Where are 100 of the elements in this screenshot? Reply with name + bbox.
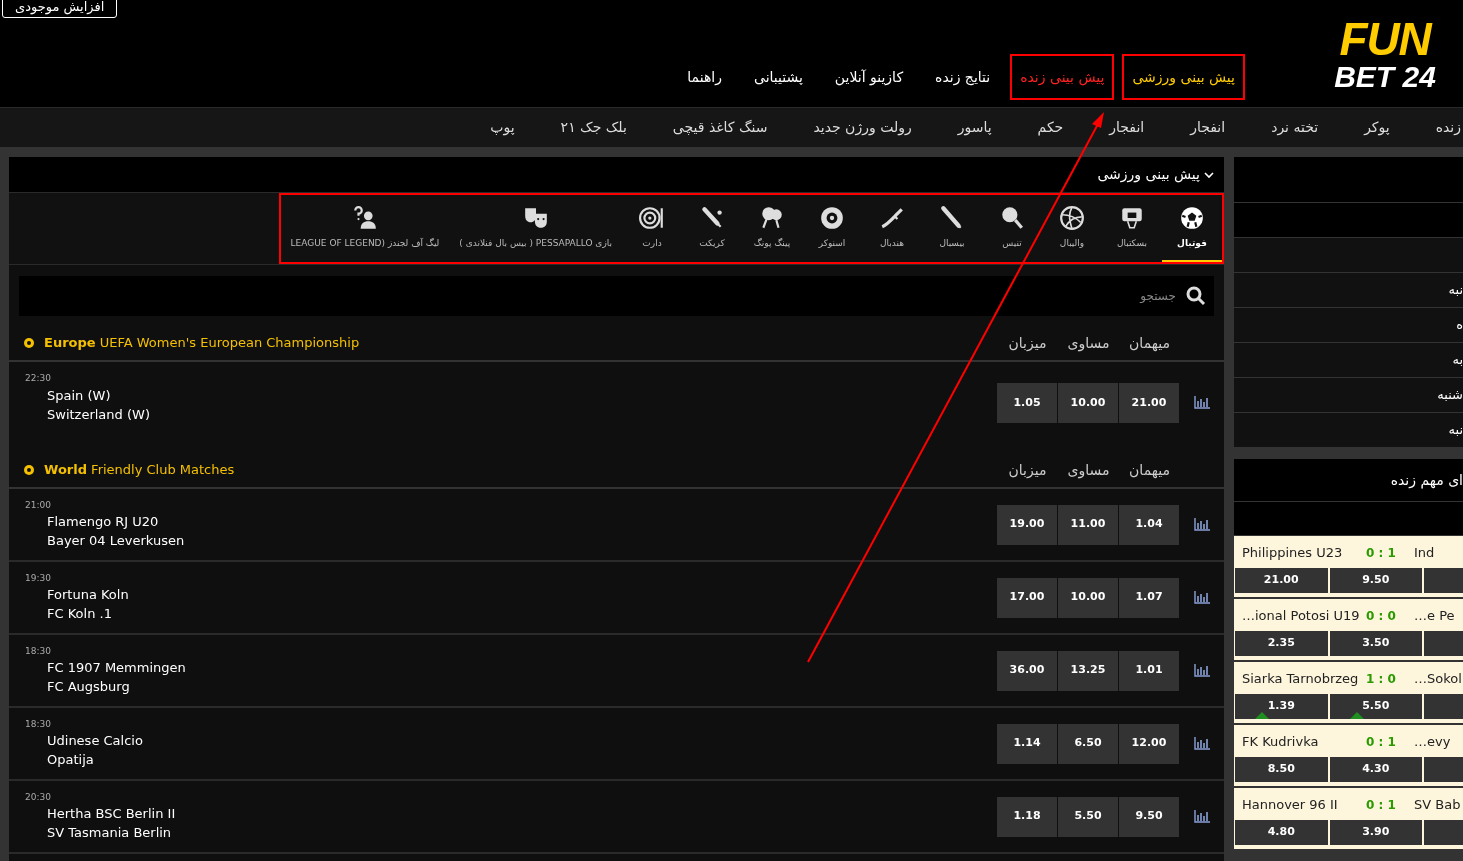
column-header: میهمان [1128, 460, 1171, 481]
odds-button[interactable]: 10.00 [1058, 577, 1118, 618]
game-link[interactable]: انفجار [1190, 117, 1226, 138]
odds-button[interactable]: 11.00 [1058, 504, 1118, 545]
game-link[interactable]: سنگ کاغذ قیچی [672, 117, 768, 138]
paddles-icon [759, 204, 785, 231]
odds-button[interactable]: 12.00 [1119, 723, 1179, 764]
odds-button[interactable]: 1.39 [1235, 694, 1328, 719]
odds-button[interactable]: 4.30 [1329, 757, 1423, 782]
chevron-down-icon[interactable] [1204, 170, 1214, 179]
sport-tab[interactable]: پینگ پونگ [742, 195, 802, 262]
team-name: Siarka Tarnobrzeg [1242, 670, 1360, 689]
team-name: SV Tasmania Berlin [47, 824, 173, 843]
day-label[interactable]: نبه [1448, 420, 1463, 440]
odds-button[interactable]: 10.00 [1058, 383, 1118, 423]
odds-button[interactable]: 19.00 [997, 504, 1057, 545]
team-name: FC 1907 Memmingen [47, 659, 187, 678]
team-name: Hannover 96 II [1242, 796, 1339, 815]
game-link[interactable]: تخته نرد [1271, 117, 1319, 138]
sport-tab[interactable]: لیگ آف لجندز (LEAGUE OF LEGEND [280, 195, 450, 262]
team-name: …evy [1414, 733, 1451, 752]
sport-tab[interactable]: بسکتبال [1102, 195, 1162, 262]
team-name: …ional Potosi U19 [1242, 607, 1361, 626]
odds-button[interactable]: 4.80 [1235, 820, 1328, 845]
bar-chart-icon[interactable] [1193, 810, 1210, 823]
sport-tab[interactable]: اسنوکر [802, 195, 862, 262]
sport-tab[interactable]: بیسبال [922, 195, 982, 262]
odds-button[interactable]: 5.50 [1058, 796, 1118, 837]
match-time: 18:30 [25, 644, 52, 658]
game-link[interactable]: زنده [1435, 117, 1461, 138]
bar-chart-icon[interactable] [1193, 396, 1210, 409]
team-name: Fortuna Koln [47, 586, 130, 605]
game-link[interactable]: بلک جک ۲۱ [560, 117, 627, 138]
team-name: SV Bab [1414, 796, 1461, 815]
day-label[interactable]: به [1452, 350, 1463, 370]
odds-button[interactable]: 21.00 [1119, 383, 1179, 423]
odds-button[interactable]: 1.05 [997, 383, 1057, 423]
sport-tab[interactable]: کریکت [682, 195, 742, 262]
panel-title: ای مهم زنده [1390, 470, 1463, 491]
odds-button[interactable]: 8.50 [1235, 757, 1328, 782]
odds-button[interactable]: 1.14 [997, 723, 1057, 764]
odds-button[interactable]: 1.07 [1119, 577, 1179, 618]
odds-button[interactable]: 9.50 [1329, 568, 1423, 593]
team-name: FC Koln .1 [47, 605, 113, 624]
odds-button[interactable]: 17.00 [997, 577, 1057, 618]
deposit-button[interactable]: افزایش موجودی [2, 0, 118, 18]
odds-button[interactable]: 36.00 [997, 650, 1057, 691]
odds-button[interactable]: 9.50 [1119, 796, 1179, 837]
sport-tab[interactable]: فوتبال [1162, 195, 1222, 262]
odds-button[interactable]: 2.35 [1235, 631, 1328, 656]
odds-button[interactable]: 3.90 [1329, 820, 1423, 845]
sport-tab[interactable]: والیبال [1042, 195, 1102, 262]
search-field[interactable]: جستجو [19, 276, 1214, 316]
bar-chart-icon[interactable] [1193, 518, 1210, 531]
match-time: 22:30 [25, 372, 52, 385]
sport-tab[interactable]: هندبال [862, 195, 922, 262]
sport-tab[interactable]: بازی PESSAPALLO ( بیس بال فنلاندی ) [449, 195, 622, 262]
odds-button[interactable]: 5.50 [1329, 694, 1423, 719]
nav-link[interactable]: پیش بینی زنده [1010, 54, 1115, 100]
odds-button[interactable]: 1.04 [1119, 504, 1179, 545]
team-name: Philippines U23 [1242, 544, 1344, 563]
nav-link[interactable]: کازینو آنلاین [822, 54, 916, 100]
column-header: مساوی [1066, 333, 1111, 354]
day-label[interactable]: شنبه [1437, 385, 1463, 405]
odds-button[interactable]: 6.50 [1058, 723, 1118, 764]
odds-button[interactable]: 1.18 [997, 796, 1057, 837]
day-label[interactable]: ه [1456, 315, 1463, 335]
nav-link[interactable]: پشتیبانی [741, 54, 815, 100]
day-label[interactable]: نبه [1448, 280, 1463, 300]
game-link[interactable]: رولت ورژن جدید [813, 117, 912, 138]
team-name: …Sokol [1414, 670, 1462, 689]
logo[interactable]: FUN BET 24 [1325, 12, 1445, 96]
nav-link[interactable]: راهنما [675, 54, 734, 100]
bar-chart-icon[interactable] [1193, 591, 1210, 604]
person-question-icon [351, 204, 378, 231]
nav-link[interactable]: پیش بینی ورزشی [1122, 54, 1245, 100]
game-link[interactable]: حکم [1037, 117, 1064, 138]
game-link[interactable]: انفجار [1109, 117, 1145, 138]
column-header: میزبان [1007, 460, 1048, 480]
nav-link[interactable]: نتایج زنده [923, 54, 1003, 100]
match-score: 0 : 0 [1366, 608, 1397, 625]
odds-button[interactable]: 1.01 [1119, 650, 1179, 691]
odds-button[interactable]: 3.50 [1329, 631, 1423, 656]
target-icon [639, 204, 665, 231]
league-title: Europe UEFA Women's European Championship [44, 334, 360, 353]
team-name: Ind [1414, 544, 1435, 563]
column-header: میهمان [1128, 333, 1171, 354]
odds-button[interactable]: 21.00 [1235, 568, 1328, 593]
sport-tab[interactable]: تنیس [982, 195, 1042, 262]
game-link[interactable]: پاسور [957, 117, 992, 138]
team-name: FK Kudrivka [1242, 733, 1320, 752]
bar-chart-icon[interactable] [1193, 664, 1210, 677]
game-link[interactable]: پوکر [1364, 117, 1390, 138]
game-link[interactable]: پوپ [490, 117, 515, 138]
search-icon [1186, 286, 1206, 306]
bar-chart-icon[interactable] [1193, 737, 1210, 750]
odds-button[interactable]: 13.25 [1058, 650, 1118, 691]
sport-tab[interactable]: دارت [622, 195, 682, 262]
match-score: 1 : 0 [1366, 671, 1397, 688]
column-header: مساوی [1066, 460, 1111, 481]
